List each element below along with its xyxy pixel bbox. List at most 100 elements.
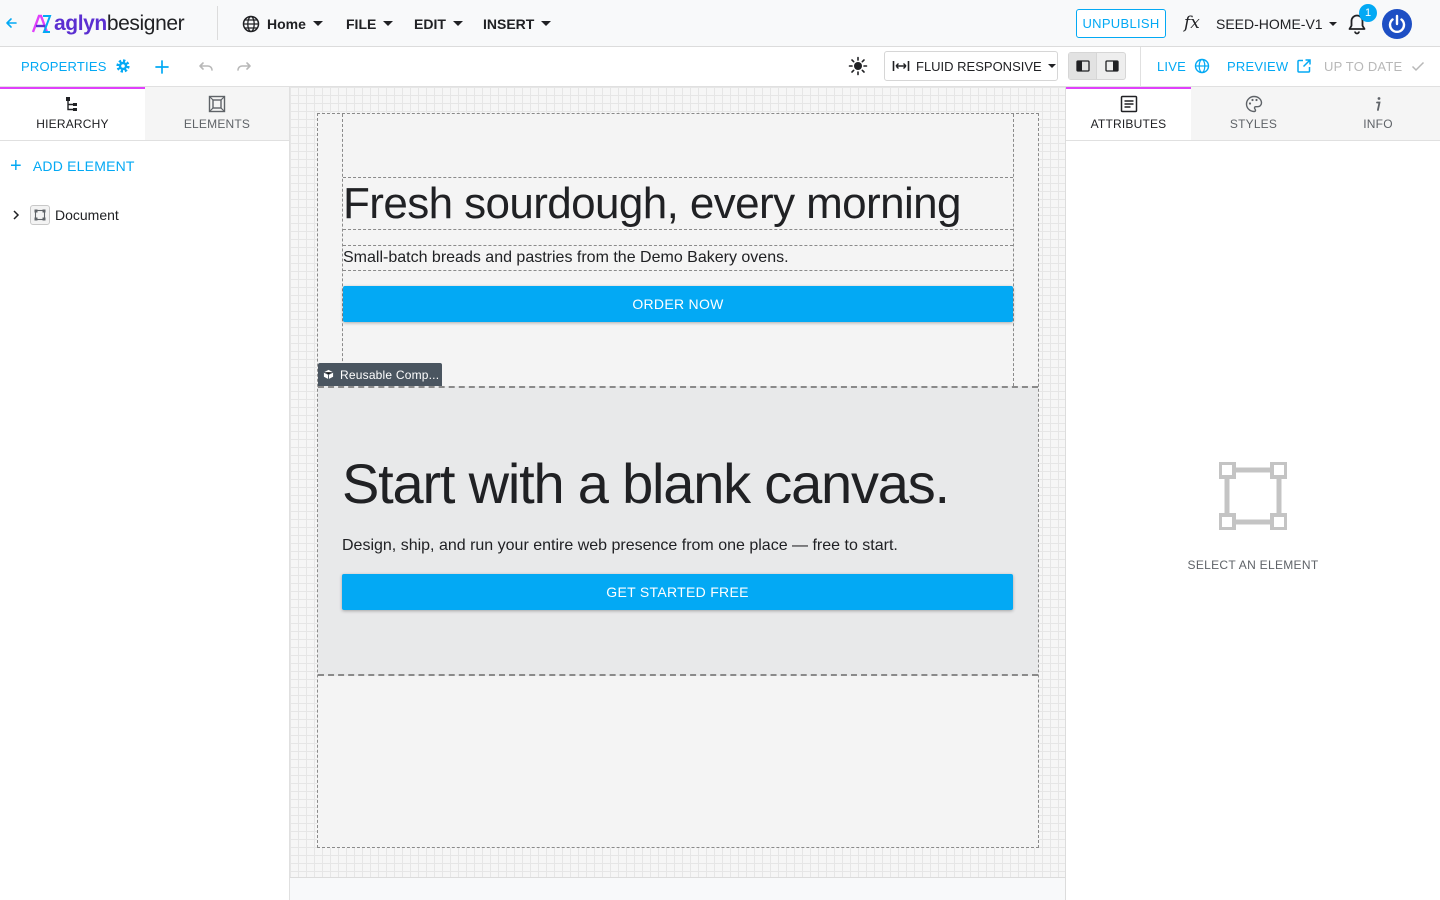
empty-selection-state: SELECT AN ELEMENT (1066, 462, 1440, 572)
attributes-icon (1120, 95, 1137, 113)
save-status: UP TO DATE (1324, 47, 1426, 85)
page-frame[interactable]: Fresh sourdough, every morning Small-bat… (317, 113, 1039, 848)
toolbar-divider (1140, 47, 1141, 87)
left-panel-tabs: HIERARCHY ELEMENTS (0, 87, 289, 141)
redo-icon[interactable] (234, 57, 254, 77)
tab-hierarchy[interactable]: HIERARCHY (0, 87, 145, 140)
hero-section[interactable]: Fresh sourdough, every morning Small-bat… (318, 114, 1038, 386)
live-link[interactable]: LIVE (1157, 47, 1210, 85)
file-menu[interactable]: FILE (346, 0, 394, 47)
left-panel: HIERARCHY ELEMENTS + ADD ELEMENT Documen… (0, 87, 290, 900)
edit-menu[interactable]: EDIT (414, 0, 463, 47)
add-element-button[interactable]: + ADD ELEMENT (10, 155, 135, 177)
hero-heading-block[interactable]: Fresh sourdough, every morning (343, 177, 1013, 230)
globe-icon (242, 15, 260, 32)
viewport-mode-select[interactable]: FLUID RESPONSIVE (884, 51, 1058, 81)
tree-item-label: Document (55, 207, 119, 223)
select-element-icon (1219, 462, 1287, 530)
tab-hierarchy-label: HIERARCHY (36, 117, 109, 131)
right-panel-icon (1105, 60, 1119, 72)
unpublish-button[interactable]: UNPUBLISH (1076, 9, 1166, 38)
properties-toggle[interactable]: PROPERTIES (21, 47, 131, 85)
globe-icon (1194, 58, 1210, 74)
account-button[interactable] (1382, 9, 1412, 39)
version-label: SEED-HOME-V1 (1216, 15, 1323, 32)
tab-elements[interactable]: ELEMENTS (145, 87, 289, 140)
properties-label: PROPERTIES (21, 58, 107, 74)
chevron-down-icon (312, 21, 323, 26)
logo-text: aglynbesigner (54, 12, 185, 36)
fluid-width-icon (892, 61, 910, 71)
add-icon[interactable] (152, 57, 172, 77)
order-now-button[interactable]: ORDER NOW (343, 286, 1013, 322)
tab-info-label: INFO (1363, 117, 1393, 131)
tab-attributes[interactable]: ATTRIBUTES (1066, 87, 1191, 140)
open-external-icon (1297, 59, 1312, 73)
tab-elements-label: ELEMENTS (183, 117, 251, 131)
panel-layout-toggle (1068, 52, 1126, 80)
file-menu-label: FILE (346, 15, 377, 32)
reusable-component-label: Reusable Comp... (340, 367, 440, 382)
logo-suffix: besigner (106, 12, 185, 35)
back-arrow-icon[interactable] (3, 15, 19, 31)
insert-menu-label: INSERT (483, 15, 535, 32)
design-canvas[interactable]: Fresh sourdough, every morning Small-bat… (290, 87, 1066, 877)
empty-selection-label: SELECT AN ELEMENT (1187, 558, 1319, 572)
save-status-label: UP TO DATE (1324, 58, 1403, 74)
cta-section[interactable]: Start with a blank canvas. Design, ship,… (318, 386, 1038, 676)
power-icon (1388, 14, 1406, 34)
sun-icon[interactable] (848, 56, 868, 76)
preview-label: PREVIEW (1227, 58, 1289, 74)
component-icon (323, 369, 334, 380)
cta-subtitle[interactable]: Design, ship, and run your entire web pr… (342, 537, 898, 555)
tree-item-document[interactable]: Document (10, 205, 119, 225)
toolbar: PROPERTIES FLUID RESPONSIVE LIVE PREVIEW… (0, 47, 1440, 87)
chevron-right-icon[interactable] (10, 209, 22, 221)
function-icon[interactable]: fx (1184, 13, 1204, 33)
home-page-menu[interactable]: Home (242, 0, 323, 47)
canvas-footer (290, 877, 1066, 900)
hero-title[interactable]: Fresh sourdough, every morning (343, 180, 961, 228)
left-panel-toggle[interactable] (1069, 53, 1097, 79)
version-selector[interactable]: SEED-HOME-V1 (1216, 0, 1337, 47)
viewport-mode-label: FLUID RESPONSIVE (916, 58, 1042, 74)
get-started-button[interactable]: GET STARTED FREE (342, 574, 1013, 610)
palette-icon (1245, 95, 1262, 113)
hero-subtitle-block[interactable]: Small-batch breads and pastries from the… (343, 245, 1013, 271)
tab-styles-label: STYLES (1229, 117, 1278, 131)
tab-info[interactable]: INFO (1316, 87, 1440, 140)
right-panel-toggle[interactable] (1098, 53, 1126, 79)
document-node-icon (30, 205, 50, 225)
hierarchy-icon (65, 97, 77, 111)
live-label: LIVE (1157, 58, 1186, 74)
logo-mark-icon (31, 14, 52, 33)
chevron-down-icon (1328, 21, 1337, 26)
chevron-down-icon (452, 21, 463, 26)
tab-styles[interactable]: STYLES (1191, 87, 1316, 140)
top-divider (217, 6, 218, 40)
chevron-down-icon (1047, 64, 1056, 68)
hero-container[interactable]: Fresh sourdough, every morning Small-bat… (342, 114, 1014, 386)
elements-icon (208, 95, 226, 113)
check-icon (1412, 61, 1425, 72)
add-element-label: ADD ELEMENT (32, 158, 135, 174)
undo-icon[interactable] (196, 57, 216, 77)
info-icon (1376, 97, 1381, 111)
app-logo[interactable]: aglynbesigner (30, 10, 185, 38)
home-menu-label: Home (267, 15, 306, 32)
reusable-component-tag[interactable]: Reusable Comp... (318, 363, 442, 386)
plus-icon: + (10, 155, 22, 177)
insert-menu[interactable]: INSERT (483, 0, 552, 47)
top-bar: aglynbesigner Home FILE EDIT INSERT UNPU… (0, 0, 1440, 47)
right-panel: ATTRIBUTES STYLES INFO SELECT AN ELEMENT (1066, 87, 1440, 900)
hero-subtitle[interactable]: Small-batch breads and pastries from the… (343, 249, 789, 267)
cta-title[interactable]: Start with a blank canvas. (342, 454, 950, 514)
notification-badge: 1 (1359, 4, 1377, 22)
left-panel-icon (1075, 60, 1090, 72)
logo-brand: aglyn (54, 12, 107, 35)
gear-icon (115, 59, 130, 73)
right-panel-tabs: ATTRIBUTES STYLES INFO (1066, 87, 1440, 141)
preview-link[interactable]: PREVIEW (1227, 47, 1312, 85)
tab-attributes-label: ATTRIBUTES (1090, 117, 1167, 131)
chevron-down-icon (383, 21, 394, 26)
